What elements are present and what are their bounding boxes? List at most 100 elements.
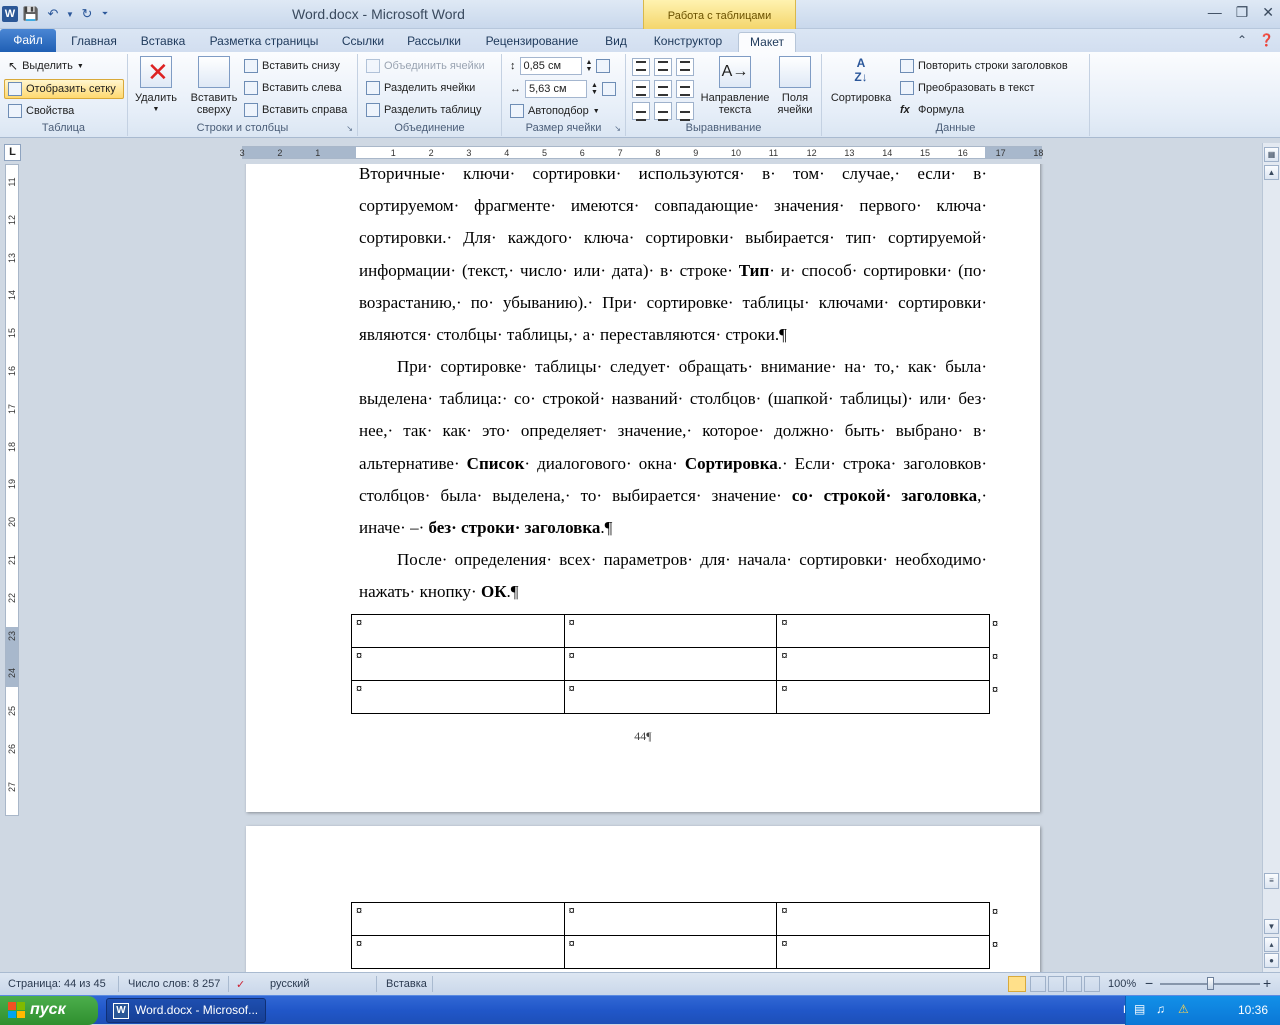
tab-page-layout[interactable]: Разметка страницы [200, 32, 328, 52]
page-44[interactable]: Вторичные· ключи· сортировки· используют… [246, 164, 1040, 812]
table-cell[interactable]: ¤ [351, 614, 565, 648]
repeat-header-rows-button[interactable]: Повторить строки заголовков [900, 56, 1068, 76]
horizontal-ruler[interactable]: 3 2 1 1 2 3 4 5 6 7 8 9 10 11 12 13 14 15 16 17 18 [240, 146, 1043, 159]
distribute-columns-icon[interactable] [601, 82, 616, 96]
volume-icon[interactable]: ♫ [1156, 1002, 1165, 1016]
help-icon[interactable]: ❓ [1259, 33, 1274, 47]
insert-above-button[interactable]: Вставить сверху [186, 56, 242, 116]
table-cell[interactable]: ¤ [776, 647, 990, 681]
network-icon[interactable]: ▤ [1134, 1002, 1145, 1016]
insert-right-button[interactable]: Вставить справа [244, 100, 347, 120]
delete-button[interactable]: ✕ Удалить ▼ [134, 56, 178, 116]
distribute-rows-icon[interactable] [596, 59, 611, 73]
tab-insert[interactable]: Вставка [132, 32, 194, 52]
split-cells-button[interactable]: Разделить ячейки [366, 78, 475, 98]
page-count[interactable]: Страница: 44 из 45 [8, 978, 106, 990]
start-button[interactable]: пуск [0, 996, 98, 1025]
sort-button[interactable]: A Z↓ Сортировка [826, 56, 896, 104]
previous-page-icon[interactable]: ▴ [1264, 937, 1279, 952]
align-bottom-right-icon[interactable] [676, 102, 694, 121]
align-bottom-left-icon[interactable] [632, 102, 650, 121]
page-45[interactable]: ¤ ¤ ¤ ¤ ¤ ¤ ¤ ¤ [246, 826, 1040, 972]
customize-qat-icon[interactable]: ⏷ [100, 5, 110, 23]
dialog-launcher-icon[interactable]: ↘ [346, 124, 353, 133]
align-center-icon[interactable] [654, 80, 672, 98]
autofit-button[interactable]: Автоподбор ▼ [510, 101, 600, 121]
show-grid-button[interactable]: Отобразить сетку [4, 79, 124, 99]
align-top-center-icon[interactable] [654, 58, 672, 76]
scrollbar-thumb[interactable]: ≡ [1264, 873, 1279, 889]
language-indicator[interactable]: русский [270, 978, 309, 990]
tab-view[interactable]: Вид [594, 32, 638, 52]
insert-left-button[interactable]: Вставить слева [244, 78, 342, 98]
table-cell[interactable]: ¤ [776, 902, 990, 936]
view-ruler-icon[interactable]: ▦ [1264, 147, 1279, 162]
draft-icon[interactable] [1084, 976, 1100, 992]
zoom-slider-thumb[interactable] [1207, 977, 1214, 990]
text-direction-button[interactable]: A→ Направление текста [698, 56, 772, 116]
table-cell[interactable]: ¤ [351, 935, 565, 969]
document-table-continued[interactable]: ¤ ¤ ¤ ¤ ¤ ¤ [351, 902, 990, 969]
table-row[interactable]: ¤ ¤ ¤ [351, 680, 990, 714]
dialog-launcher-icon[interactable]: ↘ [614, 124, 621, 133]
spinner-icon[interactable]: ▲ ▼ [586, 59, 593, 73]
print-layout-icon[interactable] [1008, 976, 1026, 992]
word-logo-icon[interactable]: W [2, 6, 18, 22]
table-row[interactable]: ¤ ¤ ¤ [351, 647, 990, 681]
table-cell[interactable]: ¤ [563, 680, 778, 714]
table-cell[interactable]: ¤ [563, 647, 778, 681]
column-width-field[interactable]: ↔ 5,63 см ▲ ▼ [510, 79, 616, 99]
document-table[interactable]: ¤ ¤ ¤ ¤ ¤ ¤ ¤ ¤ ¤ [351, 614, 990, 714]
web-layout-icon[interactable] [1048, 976, 1064, 992]
zoom-in-button[interactable]: + [1263, 975, 1271, 991]
align-center-right-icon[interactable] [676, 80, 694, 98]
table-cell[interactable]: ¤ [351, 680, 565, 714]
redo-icon[interactable]: ↻ [78, 5, 96, 23]
paragraph-ok-button[interactable]: После· определения· всех· параметров· дл… [359, 544, 987, 608]
table-cell[interactable]: ¤ [351, 647, 565, 681]
table-cell[interactable]: ¤ [351, 902, 565, 936]
browse-object-icon[interactable]: ● [1264, 953, 1279, 968]
scroll-down-icon[interactable]: ▼ [1264, 919, 1279, 934]
insert-mode[interactable]: Вставка [386, 978, 427, 990]
full-screen-reading-icon[interactable] [1030, 976, 1046, 992]
align-top-right-icon[interactable] [676, 58, 694, 76]
properties-button[interactable]: Свойства [8, 101, 74, 121]
split-table-button[interactable]: Разделить таблицу [366, 100, 482, 120]
convert-to-text-button[interactable]: Преобразовать в текст [900, 78, 1035, 98]
vertical-scrollbar[interactable]: ▦ ▲ ≡ ▼ ▴ ● [1262, 143, 1280, 972]
align-center-left-icon[interactable] [632, 80, 650, 98]
column-width-input[interactable]: 5,63 см [525, 80, 587, 98]
security-icon[interactable]: ⚠ [1178, 1002, 1189, 1016]
merge-cells-button[interactable]: Объединить ячейки [366, 56, 485, 76]
tab-file[interactable]: Файл [0, 29, 56, 52]
tab-mailings[interactable]: Рассылки [398, 32, 470, 52]
close-icon[interactable]: ✕ [1262, 4, 1274, 21]
save-icon[interactable]: 💾 [22, 5, 40, 23]
paragraph-secondary-keys[interactable]: Вторичные· ключи· сортировки· используют… [359, 164, 987, 351]
formula-button[interactable]: fx Формула [900, 100, 964, 120]
undo-icon[interactable]: ↶ [44, 5, 62, 23]
minimize-ribbon-icon[interactable]: ⌃ [1237, 33, 1247, 47]
tab-references[interactable]: Ссылки [334, 32, 392, 52]
zoom-out-button[interactable]: − [1145, 975, 1153, 991]
row-height-field[interactable]: ↕ 0,85 см ▲ ▼ [510, 56, 611, 76]
document-area[interactable]: Вторичные· ключи· сортировки· используют… [22, 164, 1260, 972]
scroll-up-icon[interactable]: ▲ [1264, 165, 1279, 180]
table-cell[interactable]: ¤ [776, 935, 990, 969]
dropdown-arrow-icon[interactable]: ▼ [66, 5, 74, 23]
cell-margins-button[interactable]: Поля ячейки [772, 56, 818, 116]
table-cell[interactable]: ¤ [563, 902, 778, 936]
paragraph-table-selection[interactable]: При· сортировке· таблицы· следует· обращ… [359, 351, 987, 544]
select-button[interactable]: ↖ Выделить ▼ [8, 56, 84, 76]
vertical-ruler[interactable]: 11 12 13 14 15 16 17 18 19 20 21 22 23 24 25 26 27 [5, 164, 19, 816]
table-cell[interactable]: ¤ [776, 680, 990, 714]
word-count[interactable]: Число слов: 8 257 [128, 978, 220, 990]
align-top-left-icon[interactable] [632, 58, 650, 76]
outline-icon[interactable] [1066, 976, 1082, 992]
table-row[interactable]: ¤ ¤ ¤ [351, 614, 990, 648]
tab-layout[interactable]: Макет [738, 32, 796, 52]
tab-home[interactable]: Главная [62, 32, 126, 52]
table-row[interactable]: ¤ ¤ ¤ [351, 902, 990, 936]
proofing-icon[interactable]: ✓ [236, 978, 245, 991]
